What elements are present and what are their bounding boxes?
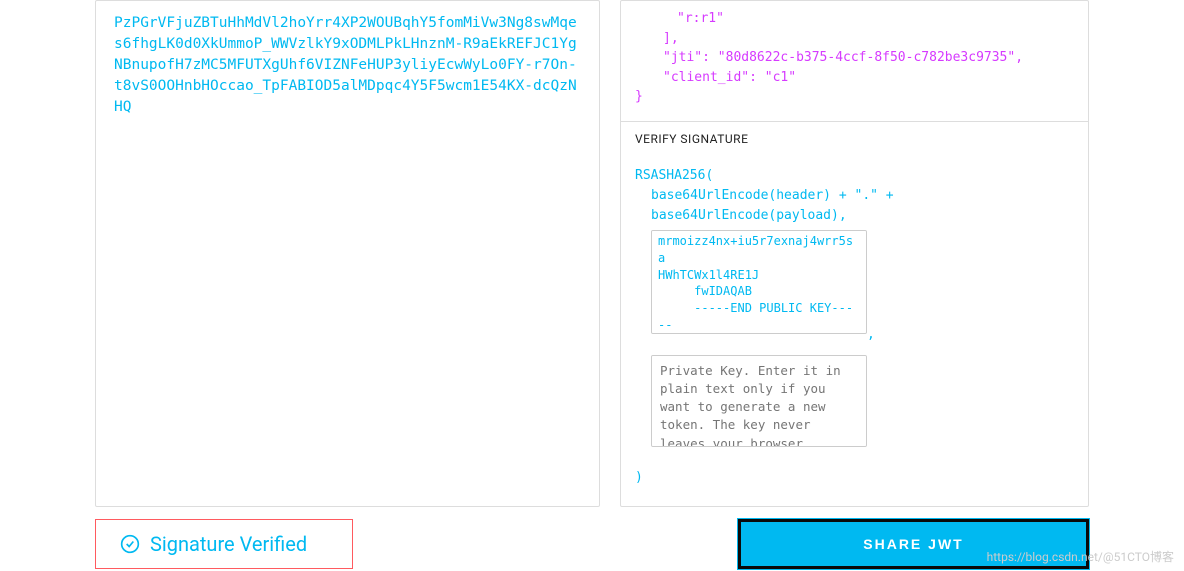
payload-array-close: ] [663, 31, 671, 46]
watermark-text: https://blog.csdn.net/@51CTO博客 [987, 548, 1174, 565]
encoded-token-text[interactable]: PzPGrVFjuZBTuHhMdVl2hoYrr4XP2WOUBqhY5fom… [114, 13, 581, 118]
payload-clientid-key: "client_id" [663, 70, 749, 85]
verify-header-line: base64UrlEncode(header) + "." + [635, 186, 1074, 206]
payload-jti-key: "jti" [663, 50, 702, 65]
decoded-panel: "r:r1" ], "jti": "80d8622c-b375-4ccf-8f5… [620, 0, 1089, 507]
payload-jti-value: "80d8622c-b375-4ccf-8f50-c782be3c9735" [718, 50, 1015, 65]
verify-signature-header: VERIFY SIGNATURE [621, 121, 1088, 156]
verify-signature-section: RSASHA256( base64UrlEncode(header) + "."… [621, 156, 1088, 507]
encoded-token-panel[interactable]: PzPGrVFjuZBTuHhMdVl2hoYrr4XP2WOUBqhY5fom… [95, 0, 600, 507]
check-circle-icon [120, 534, 140, 554]
private-key-input[interactable] [651, 355, 867, 447]
signature-verified-badge: Signature Verified [95, 519, 353, 569]
public-key-input[interactable] [651, 230, 867, 334]
payload-section: "r:r1" ], "jti": "80d8622c-b375-4ccf-8f5… [621, 1, 1088, 121]
payload-close-brace: } [635, 89, 643, 104]
verify-close-paren: ) [635, 458, 1074, 488]
verify-payload-line: base64UrlEncode(payload), [635, 206, 1074, 226]
payload-role-value: "r:r1" [677, 11, 724, 26]
payload-clientid-value: "c1" [765, 70, 796, 85]
verify-algo-open: RSASHA256( [635, 166, 1074, 186]
signature-verified-label: Signature Verified [150, 532, 307, 556]
